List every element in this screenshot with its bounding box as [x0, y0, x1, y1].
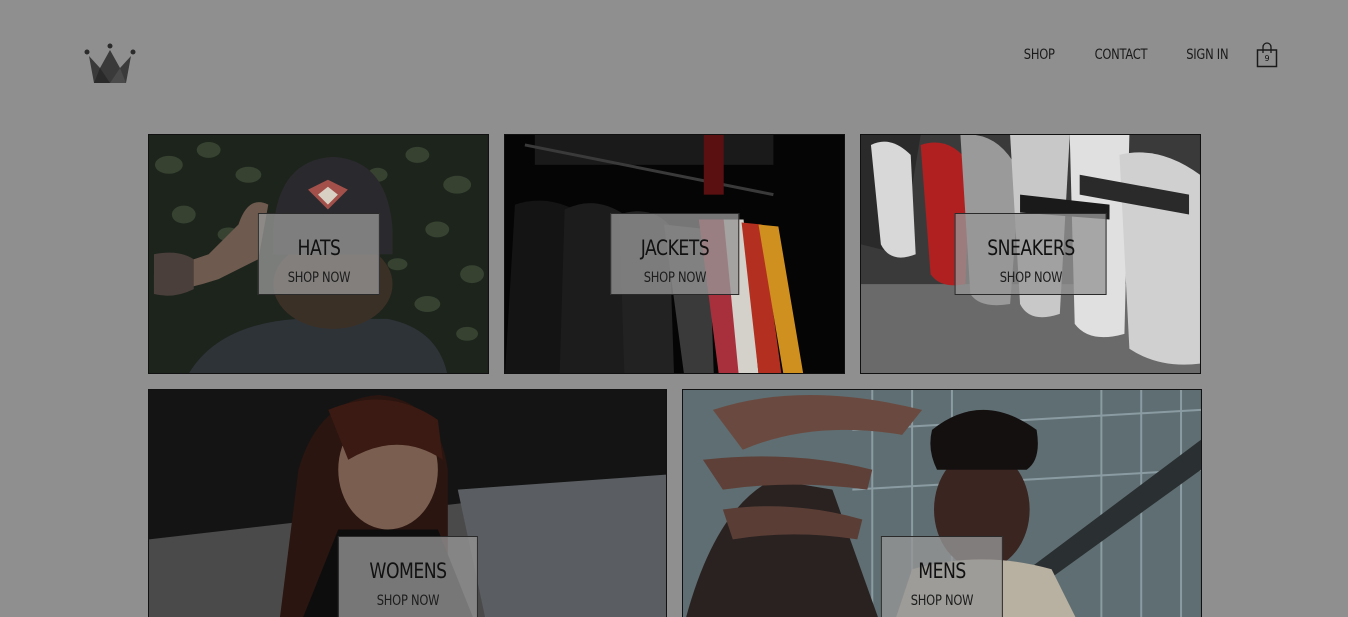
mens-shop-now-link[interactable]: SHOP NOW — [911, 593, 974, 609]
category-tile-jackets[interactable]: JACKETS SHOP NOW — [504, 134, 845, 374]
nav-link-contact[interactable]: CONTACT — [1095, 47, 1148, 63]
hats-label: HATS SHOP NOW — [257, 213, 380, 295]
mens-title: MENS — [918, 559, 966, 583]
page: SHOP CONTACT SIGN IN 9 HATS SHOP NOW JAC… — [0, 0, 1348, 617]
hats-title: HATS — [297, 236, 340, 260]
hats-shop-now-link[interactable]: SHOP NOW — [287, 270, 350, 286]
main-nav: SHOP CONTACT SIGN IN 9 — [988, 40, 1278, 70]
sneakers-label: SNEAKERS SHOP NOW — [954, 213, 1107, 295]
category-tile-sneakers[interactable]: SNEAKERS SHOP NOW — [860, 134, 1201, 374]
category-tile-womens[interactable]: WOMENS SHOP NOW — [148, 389, 667, 617]
jackets-label: JACKETS SHOP NOW — [609, 213, 740, 295]
nav-link-sign-in[interactable]: SIGN IN — [1186, 47, 1228, 63]
sneakers-shop-now-link[interactable]: SHOP NOW — [987, 270, 1075, 286]
cart-count: 9 — [1264, 54, 1270, 63]
sneakers-title: SNEAKERS — [986, 236, 1075, 260]
nav-link-shop[interactable]: SHOP — [1024, 47, 1055, 63]
mens-label: MENS SHOP NOW — [880, 536, 1004, 617]
womens-shop-now-link[interactable]: SHOP NOW — [369, 593, 446, 609]
category-tile-mens[interactable]: MENS SHOP NOW — [682, 389, 1202, 617]
category-tile-hats[interactable]: HATS SHOP NOW — [148, 134, 489, 374]
womens-label: WOMENS SHOP NOW — [337, 536, 478, 617]
cart-button[interactable]: 9 — [1256, 42, 1278, 68]
crown-icon[interactable] — [84, 42, 136, 84]
jackets-title: JACKETS — [640, 236, 709, 260]
jackets-shop-now-link[interactable]: SHOP NOW — [640, 270, 708, 286]
womens-title: WOMENS — [368, 559, 447, 583]
